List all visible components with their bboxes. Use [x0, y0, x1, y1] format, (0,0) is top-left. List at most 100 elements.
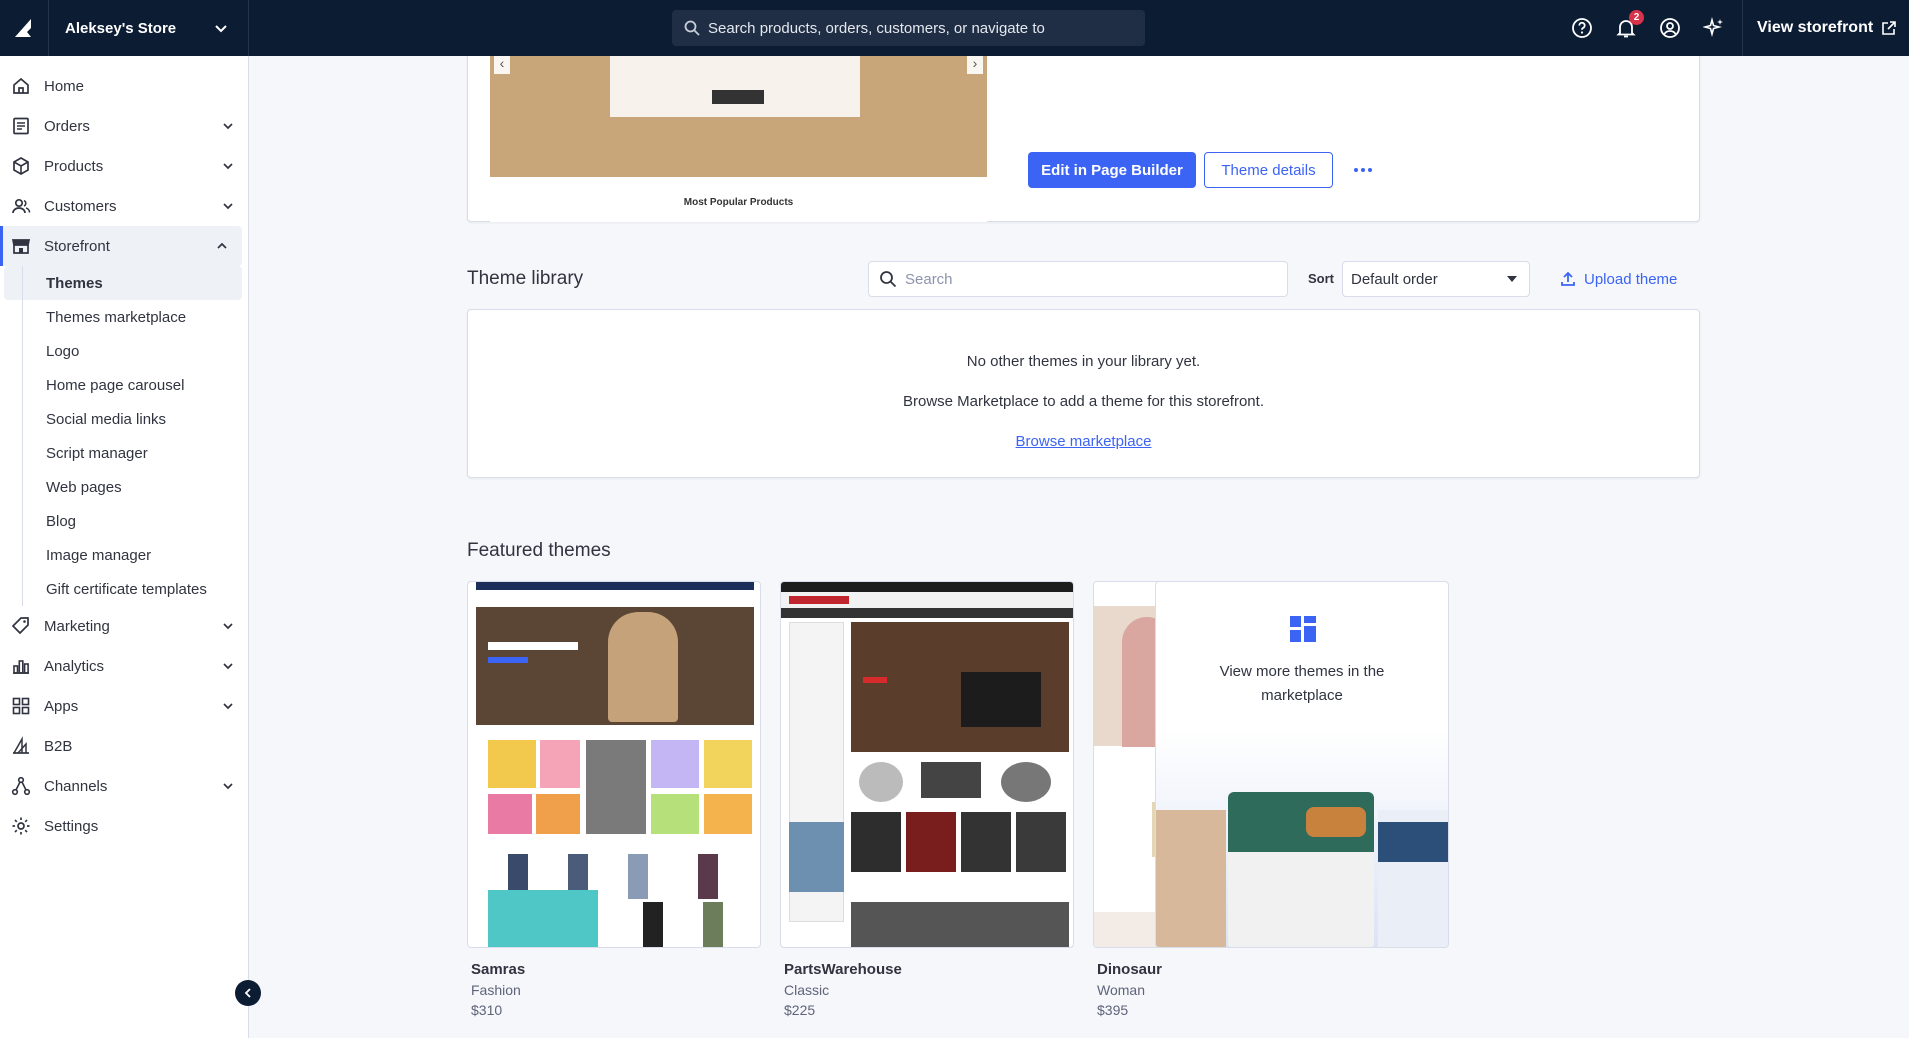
- sidebar-item-analytics[interactable]: Analytics: [0, 646, 248, 686]
- b2b-icon: [10, 735, 32, 757]
- sidebar-subitem-home-page-carousel[interactable]: Home page carousel: [0, 368, 248, 402]
- chevron-down-icon: [223, 703, 233, 710]
- store-name: Aleksey's Store: [65, 19, 177, 37]
- caret-down-icon: [1507, 276, 1517, 282]
- sidebar-item-settings[interactable]: Settings: [0, 806, 248, 846]
- featured-themes-title: Featured themes: [467, 540, 611, 561]
- gear-icon: [10, 815, 32, 837]
- chevron-down-icon: [223, 203, 233, 210]
- sidebar-item-channels[interactable]: Channels: [0, 766, 248, 806]
- browse-marketplace-link[interactable]: Browse marketplace: [468, 433, 1699, 450]
- theme-meta-dinosaur: Dinosaur Woman $395: [1097, 961, 1391, 1018]
- chevron-down-icon: [223, 663, 233, 670]
- sidebar-subitem-web-pages[interactable]: Web pages: [0, 470, 248, 504]
- search-icon: [684, 20, 700, 36]
- theme-details-button[interactable]: Theme details: [1204, 152, 1333, 188]
- notifications-badge: 2: [1629, 10, 1644, 25]
- theme-price: $395: [1097, 1002, 1129, 1018]
- bigcommerce-logo-icon[interactable]: [0, 0, 49, 56]
- account-icon[interactable]: [1658, 16, 1682, 40]
- products-box-icon: [10, 155, 32, 177]
- upload-icon: [1561, 271, 1575, 286]
- marketing-tag-icon: [10, 615, 32, 637]
- empty-hint: Browse Marketplace to add a theme for th…: [902, 393, 1264, 410]
- library-search-input[interactable]: Search: [868, 261, 1288, 297]
- theme-category: Woman: [1097, 982, 1145, 998]
- chevron-down-icon: [223, 623, 233, 630]
- home-icon: [10, 75, 32, 97]
- view-more-themes-text: View more themes in the marketplace: [1219, 663, 1385, 704]
- theme-name: PartsWarehouse: [784, 961, 902, 978]
- theme-meta-partswarehouse: PartsWarehouse Classic $225: [784, 961, 1078, 1018]
- sidebar-subitem-blog[interactable]: Blog: [0, 504, 248, 538]
- top-bar: Aleksey's Store Search products, orders,…: [0, 0, 1909, 56]
- storefront-icon: [10, 235, 32, 257]
- theme-meta-samras: Samras Fashion $310: [471, 961, 765, 1018]
- sidebar-item-storefront[interactable]: Storefront: [0, 226, 242, 266]
- sidebar-item-customers[interactable]: Customers: [0, 186, 248, 226]
- theme-card-samras[interactable]: [467, 581, 761, 948]
- theme-name: Samras: [471, 961, 526, 978]
- sidebar-item-products[interactable]: Products: [0, 146, 248, 186]
- view-more-themes-card[interactable]: View more themes in the marketplace: [1155, 581, 1449, 948]
- orders-icon: [10, 115, 32, 137]
- search-icon: [880, 271, 897, 288]
- external-link-icon: [1882, 21, 1896, 35]
- sidebar-item-b2b[interactable]: B2B: [0, 726, 248, 766]
- sidebar-subitem-gift-certificate-templates[interactable]: Gift certificate templates: [0, 572, 248, 606]
- chevron-down-icon: [223, 163, 233, 170]
- theme-price: $310: [471, 1002, 503, 1018]
- chevron-down-icon: [223, 123, 233, 130]
- customers-icon: [10, 195, 32, 217]
- view-storefront-label: View storefront: [1757, 19, 1874, 36]
- carousel-next-icon[interactable]: ›: [967, 56, 983, 74]
- global-search-placeholder: Search products, orders, customers, or n…: [708, 19, 1045, 37]
- upload-theme-button[interactable]: Upload theme: [1560, 261, 1677, 297]
- marketplace-grid-icon: [1290, 616, 1316, 642]
- current-theme-preview: ‹ › Most Popular Products: [490, 56, 987, 222]
- store-switcher[interactable]: Aleksey's Store: [49, 0, 249, 56]
- edit-in-page-builder-button[interactable]: Edit in Page Builder: [1028, 152, 1196, 188]
- theme-category: Fashion: [471, 982, 521, 998]
- theme-name: Dinosaur: [1097, 961, 1163, 978]
- sidebar-item-marketing[interactable]: Marketing: [0, 606, 248, 646]
- chevron-down-icon: [215, 25, 227, 33]
- sidebar-subitem-themes-marketplace[interactable]: Themes marketplace: [0, 300, 248, 334]
- global-search-input[interactable]: Search products, orders, customers, or n…: [672, 10, 1145, 46]
- analytics-icon: [10, 655, 32, 677]
- storefront-submenu: Themes Themes marketplace Logo Home page…: [0, 266, 248, 606]
- sidebar-subitem-logo[interactable]: Logo: [0, 334, 248, 368]
- chevron-down-icon: [223, 783, 233, 790]
- sort-label: Sort: [1308, 271, 1334, 286]
- sidebar-subitem-themes[interactable]: Themes: [4, 266, 242, 300]
- notifications-bell-icon[interactable]: 2: [1614, 10, 1644, 40]
- apps-grid-icon: [10, 695, 32, 717]
- carousel-prev-icon[interactable]: ‹: [494, 56, 510, 74]
- sidebar-subitem-social-media-links[interactable]: Social media links: [0, 402, 248, 436]
- current-theme-card: ‹ › Most Popular Products Edit in Page B…: [467, 56, 1700, 222]
- sidebar-subitem-image-manager[interactable]: Image manager: [0, 538, 248, 572]
- preview-caption: Most Popular Products: [683, 197, 794, 208]
- library-empty-state: No other themes in your library yet. Bro…: [467, 309, 1700, 478]
- upload-theme-label: Upload theme: [1584, 270, 1678, 288]
- sidebar: Home Orders Products Customers Storefron…: [0, 56, 249, 1038]
- library-search-placeholder: Search: [905, 270, 953, 288]
- sort-select[interactable]: Default order: [1342, 261, 1530, 297]
- chevron-up-icon: [217, 242, 227, 249]
- more-options-icon[interactable]: [1348, 155, 1378, 185]
- theme-library-title: Theme library: [467, 268, 584, 289]
- ai-sparkle-icon[interactable]: [1702, 16, 1726, 40]
- channels-icon: [10, 775, 32, 797]
- sidebar-item-apps[interactable]: Apps: [0, 686, 248, 726]
- theme-category: Classic: [784, 982, 830, 998]
- main-content: ‹ › Most Popular Products Edit in Page B…: [250, 56, 1909, 1038]
- sidebar-item-home[interactable]: Home: [0, 66, 248, 106]
- theme-price: $225: [784, 1002, 816, 1018]
- sort-value: Default order: [1351, 270, 1438, 288]
- help-icon[interactable]: [1570, 16, 1594, 40]
- theme-card-partswarehouse[interactable]: [780, 581, 1074, 948]
- sidebar-item-orders[interactable]: Orders: [0, 106, 248, 146]
- sidebar-subitem-script-manager[interactable]: Script manager: [0, 436, 248, 470]
- view-storefront-link[interactable]: View storefront: [1742, 0, 1909, 56]
- empty-message: No other themes in your library yet.: [966, 353, 1201, 370]
